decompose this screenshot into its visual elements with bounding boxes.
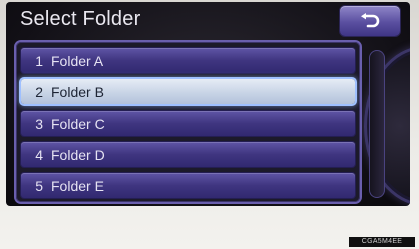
list-item-folder-d[interactable]: 4 Folder D bbox=[21, 142, 355, 167]
list-item-number: 5 bbox=[35, 177, 43, 194]
list-item-label: Folder B bbox=[51, 83, 104, 100]
list-item-number: 1 bbox=[35, 52, 43, 69]
list-item-folder-e[interactable]: 5 Folder E bbox=[21, 173, 355, 198]
back-button[interactable] bbox=[340, 6, 400, 36]
back-arrow-icon bbox=[361, 13, 380, 28]
page-title: Select Folder bbox=[20, 8, 141, 30]
list-item-number: 4 bbox=[35, 146, 43, 163]
list-item-label: Folder A bbox=[51, 52, 104, 69]
list-item-label: Folder E bbox=[51, 177, 104, 194]
list-item-folder-a[interactable]: 1 Folder A bbox=[21, 48, 355, 73]
list-item-folder-b[interactable]: 2 Folder B bbox=[21, 79, 355, 104]
list-item-folder-c[interactable]: 3 Folder C bbox=[21, 111, 355, 136]
scrollbar[interactable] bbox=[369, 50, 385, 198]
list-item-number: 2 bbox=[35, 83, 43, 100]
image-code-label: CGA5M4EE bbox=[349, 237, 415, 247]
folder-list: 1 Folder A 2 Folder B 3 Folder C 4 Folde… bbox=[16, 42, 360, 202]
list-item-label: Folder D bbox=[51, 146, 105, 163]
list-item-number: 3 bbox=[35, 115, 43, 132]
list-item-label: Folder C bbox=[51, 115, 105, 132]
display-screen: Select Folder 1 Folder A 2 Folder B 3 Fo… bbox=[6, 2, 410, 206]
